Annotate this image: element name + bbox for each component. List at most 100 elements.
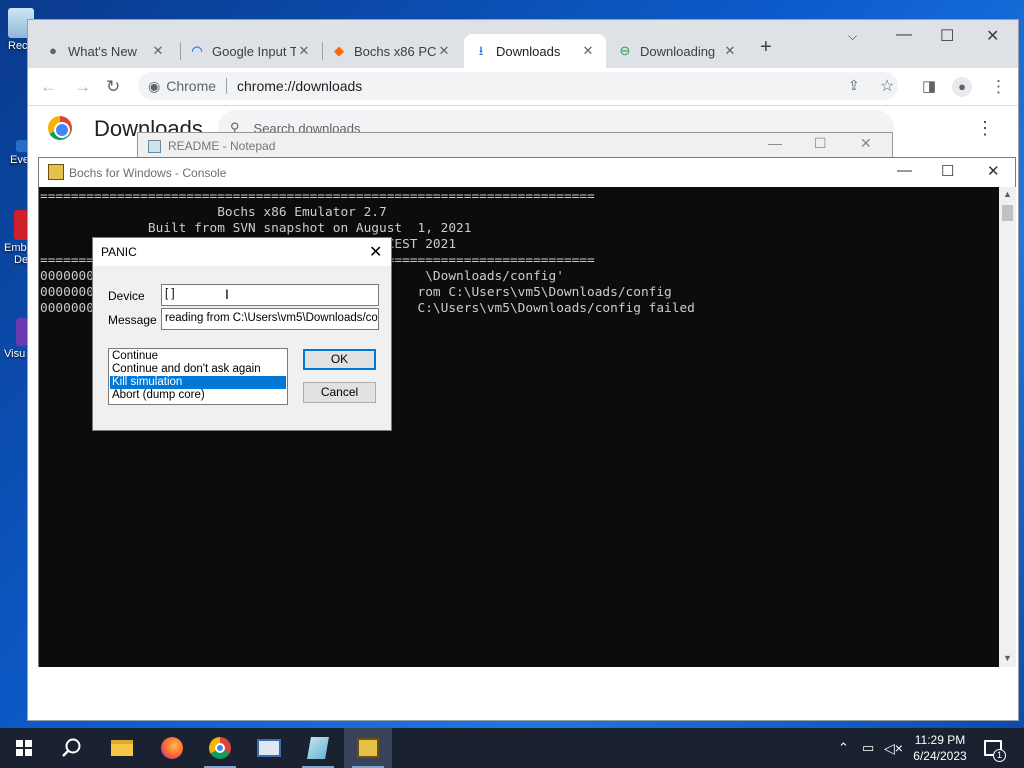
- close-icon[interactable]: ✕: [722, 43, 738, 59]
- action-listbox[interactable]: Continue Continue and don't ask again Ki…: [108, 348, 288, 405]
- chrome-taskbar-button[interactable]: [196, 728, 244, 768]
- close-icon[interactable]: ✕: [580, 43, 596, 59]
- bochs-titlebar[interactable]: Bochs for Windows - Console — ☐ ✕: [39, 158, 1015, 187]
- notification-center-button[interactable]: 1: [984, 728, 1006, 768]
- panic-dialog: PANIC ✕ Device [ ] I Message reading fro…: [92, 237, 392, 431]
- shortcut-icon: [16, 140, 28, 152]
- sourceforge-icon: ◆: [334, 43, 344, 58]
- message-field[interactable]: reading from C:\Users\vm5\Downloads/conf…: [161, 308, 379, 330]
- tab-whats-new[interactable]: ● What's New ✕: [36, 34, 176, 68]
- forward-button[interactable]: →: [74, 77, 91, 97]
- device-field[interactable]: [ ]: [161, 284, 379, 306]
- notification-badge: 1: [993, 749, 1006, 762]
- search-icon: [62, 738, 81, 757]
- remote-desktop-button[interactable]: [245, 728, 293, 768]
- cancel-button[interactable]: Cancel: [303, 382, 376, 403]
- tab-title: Google Input T: [212, 43, 296, 59]
- console-line: Built from SVN snapshot on August 1, 202…: [40, 221, 472, 236]
- tab-downloads[interactable]: ⭳ Downloads ✕: [464, 34, 606, 68]
- address-bar[interactable]: ◉ Chrome chrome://downloads ⇪ ☆: [138, 72, 898, 100]
- downloads-menu-icon[interactable]: ⋮: [976, 118, 994, 139]
- tab-downloading[interactable]: ⊖ Downloading ✕: [608, 34, 748, 68]
- bochs-icon: [357, 738, 379, 758]
- remote-desktop-icon: [257, 739, 281, 757]
- site-info-chip[interactable]: ◉ Chrome: [148, 78, 216, 95]
- list-item-continue-dont-ask[interactable]: Continue and don't ask again: [110, 363, 286, 376]
- new-tab-button[interactable]: +: [760, 36, 772, 59]
- close-icon[interactable]: ✕: [296, 43, 312, 59]
- list-item-kill-simulation[interactable]: Kill simulation: [110, 376, 286, 389]
- ok-button[interactable]: OK: [303, 349, 376, 370]
- notepad-icon: [307, 737, 329, 759]
- console-line: ========================================…: [40, 189, 595, 204]
- close-button[interactable]: ✕: [860, 135, 872, 152]
- maximize-button[interactable]: ☐: [940, 26, 954, 46]
- share-icon[interactable]: ⇪: [848, 77, 860, 94]
- reload-button[interactable]: ↻: [106, 77, 120, 97]
- volume-icon[interactable]: ◁×: [884, 728, 903, 768]
- download-icon: ⭳: [478, 43, 484, 58]
- profile-avatar-icon[interactable]: ●: [952, 77, 972, 97]
- message-label: Message: [108, 313, 157, 327]
- start-button[interactable]: [0, 728, 48, 768]
- device-label: Device: [108, 289, 145, 303]
- console-scrollbar[interactable]: ▲ ▼: [999, 187, 1016, 667]
- omnibox-separator: [226, 78, 228, 94]
- site-chip-label: Chrome: [166, 78, 217, 94]
- list-item-continue[interactable]: Continue: [110, 350, 286, 363]
- close-icon[interactable]: ✕: [369, 242, 382, 262]
- tab-search-button[interactable]: ⌵: [848, 29, 857, 44]
- clock[interactable]: 11:29 PM 6/24/2023: [905, 732, 975, 764]
- chrome-toolbar: ← → ↻ ◉ Chrome chrome://downloads ⇪ ☆ ◨ …: [28, 68, 1018, 106]
- download-site-icon: ⊖: [619, 43, 631, 58]
- network-icon[interactable]: ▭: [862, 728, 874, 768]
- tab-title: Downloads: [496, 43, 561, 59]
- bookmark-star-icon[interactable]: ☆: [880, 76, 894, 96]
- text-cursor-icon: I: [225, 286, 229, 302]
- tab-google-input[interactable]: ◠ Google Input T ✕: [180, 34, 322, 68]
- chrome-logo-icon: [48, 116, 72, 140]
- notepad-taskbar-button[interactable]: [294, 728, 342, 768]
- notepad-title: README - Notepad: [168, 139, 276, 153]
- chrome-icon: ◉: [148, 77, 161, 94]
- bochs-taskbar-button[interactable]: [344, 728, 392, 768]
- chrome-menu-icon[interactable]: ⋮: [990, 77, 1007, 97]
- clock-date: 6/24/2023: [913, 749, 967, 763]
- tab-title: Downloading: [640, 43, 716, 59]
- scroll-down-icon[interactable]: ▼: [1003, 653, 1012, 663]
- maximize-button[interactable]: ☐: [941, 162, 954, 180]
- back-button[interactable]: ←: [40, 77, 57, 97]
- scrollbar-thumb[interactable]: [1002, 205, 1013, 221]
- close-icon[interactable]: ✕: [150, 43, 166, 59]
- google-icon: ◠: [191, 43, 203, 58]
- notification-icon: 1: [984, 740, 1006, 762]
- tab-bochs-sourceforge[interactable]: ◆ Bochs x86 PC ✕: [322, 34, 462, 68]
- notepad-icon: [148, 140, 161, 153]
- minimize-button[interactable]: —: [768, 135, 782, 151]
- clock-time: 11:29 PM: [914, 733, 966, 747]
- taskbar: ⌃ ▭ ◁× 11:29 PM 6/24/2023 1: [0, 728, 1024, 768]
- close-button[interactable]: ✕: [987, 162, 1000, 180]
- maximize-button[interactable]: ☐: [814, 135, 827, 152]
- search-button[interactable]: [48, 728, 96, 768]
- firefox-button[interactable]: [148, 728, 196, 768]
- app-icon: [14, 210, 28, 240]
- panic-titlebar[interactable]: PANIC ✕: [93, 238, 391, 266]
- file-explorer-button[interactable]: [98, 728, 146, 768]
- windows-logo-icon: [16, 740, 32, 756]
- minimize-button[interactable]: —: [896, 26, 912, 44]
- show-hidden-icons[interactable]: ⌃: [838, 728, 849, 768]
- close-icon[interactable]: ✕: [436, 43, 452, 59]
- file-explorer-icon: [111, 740, 133, 756]
- tab-title: Bochs x86 PC: [354, 43, 436, 59]
- side-panel-icon[interactable]: ◨: [922, 77, 936, 95]
- close-button[interactable]: ✕: [986, 26, 999, 46]
- tab-title: What's New: [68, 43, 137, 59]
- shortcut-icon: [16, 318, 28, 346]
- bochs-icon: [48, 164, 64, 180]
- list-item-abort-dump-core[interactable]: Abort (dump core): [110, 389, 286, 402]
- chrome-icon: [209, 737, 231, 759]
- scroll-up-icon[interactable]: ▲: [1003, 189, 1012, 199]
- bochs-title: Bochs for Windows - Console: [69, 166, 227, 180]
- minimize-button[interactable]: —: [897, 162, 912, 179]
